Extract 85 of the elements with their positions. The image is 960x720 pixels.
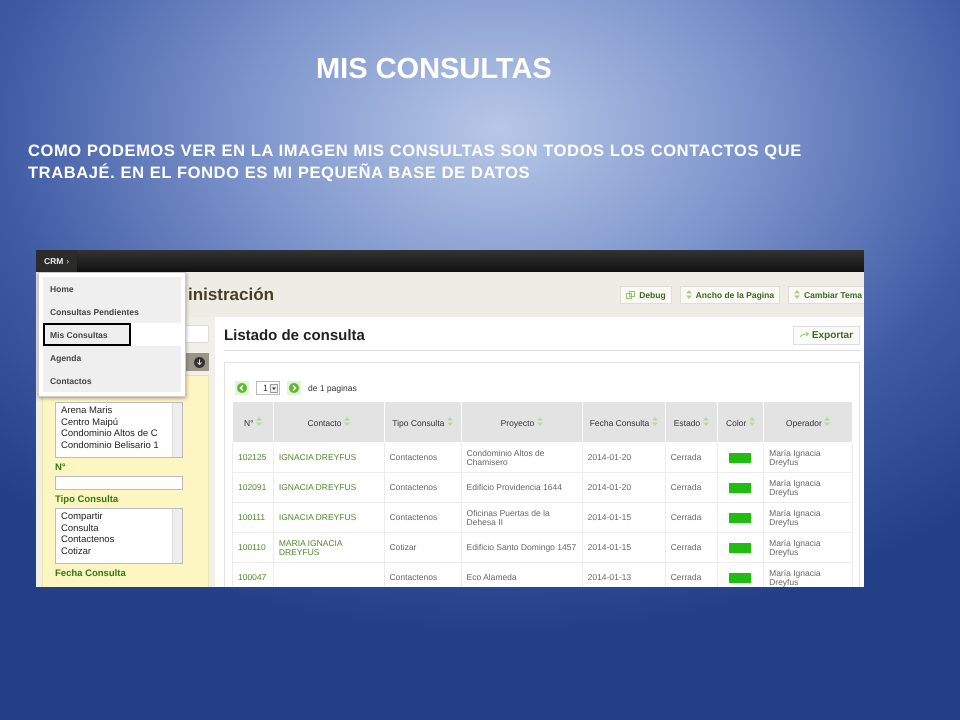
dropdown-icon[interactable] xyxy=(270,384,278,392)
menu-item[interactable]: Consultas Pendientes xyxy=(43,300,181,323)
list-option[interactable]: Condominio Belisario 1 xyxy=(61,440,167,451)
table-cell[interactable]: IGNACIA DREYFUS xyxy=(273,502,384,532)
table-cell: Contactenos xyxy=(384,502,462,532)
column-header[interactable]: Fecha Consulta xyxy=(582,402,666,442)
table-cell: Contactenos xyxy=(384,472,462,502)
table-cell[interactable]: MARIA IGNACIA DREYFUS xyxy=(273,532,384,562)
table-cell[interactable]: IGNACIA DREYFUS xyxy=(273,442,384,472)
type-list[interactable]: Compartir Consulta Contactenos Cotizar xyxy=(55,508,183,564)
list-option[interactable]: Contactenos xyxy=(61,534,167,546)
table-cell: María Ignacia Dreyfus xyxy=(764,532,852,562)
sort-icon xyxy=(748,416,755,426)
table-cell: Oficinas Puertas de la Dehesa II xyxy=(461,502,582,532)
table-cell: María Ignacia Dreyfus xyxy=(764,472,852,502)
table-cell: Edificio Providencia 1644 xyxy=(461,472,582,502)
number-field[interactable] xyxy=(55,476,183,490)
sort-icon xyxy=(794,290,800,299)
column-header[interactable]: Contacto xyxy=(273,402,384,442)
menu-item[interactable]: Mis Consultas xyxy=(43,323,131,346)
scrollbar[interactable] xyxy=(172,403,182,457)
sort-icon xyxy=(446,416,453,426)
list-option[interactable]: Compartir xyxy=(61,511,167,522)
table-cell[interactable]: 100111 xyxy=(232,502,274,532)
link-icon xyxy=(626,290,636,298)
project-list[interactable]: Arena Maris Centro Maipú Condominio Altos de C Condominio Belisario 1 xyxy=(55,402,183,458)
list-option[interactable]: Cotizar xyxy=(61,546,167,557)
sort-icon xyxy=(702,416,709,426)
table-cell[interactable]: IGNACIA DREYFUS xyxy=(273,472,384,502)
table-cell: Cerrada xyxy=(665,472,718,502)
sort-icon xyxy=(824,416,830,426)
next-page-icon[interactable] xyxy=(287,381,302,395)
menu-item[interactable]: Contactos xyxy=(43,369,181,392)
page-select[interactable]: 1 xyxy=(256,381,280,395)
list-option[interactable]: Condominio Altos de C xyxy=(61,428,167,440)
table-cell: 2014-01-20 xyxy=(582,472,666,502)
export-button[interactable]: Exportar xyxy=(792,326,860,344)
field-label: Tipo Consulta xyxy=(55,494,120,505)
arrow-icon xyxy=(800,332,809,338)
field-label: Fecha Consulta xyxy=(55,568,127,579)
column-header[interactable]: N° xyxy=(232,402,274,442)
column-header[interactable]: Proyecto xyxy=(461,402,582,442)
list-option[interactable]: Consulta xyxy=(61,522,167,534)
sort-icon xyxy=(256,416,262,426)
table-cell: Cotizar xyxy=(384,532,462,562)
table-cell: Cerrada xyxy=(665,442,718,472)
crm-menu-button[interactable]: CRM › xyxy=(36,250,78,272)
table-cell: 2014-01-15 xyxy=(582,532,666,562)
table-cell: Edificio Santo Domingo 1457 xyxy=(461,532,582,562)
table-cell: 2014-01-20 xyxy=(582,442,666,472)
table-cell: 2014-01-15 xyxy=(582,502,666,532)
sort-icon xyxy=(652,416,658,426)
previous-page-icon[interactable] xyxy=(235,381,249,395)
column-header[interactable]: Color xyxy=(717,402,764,442)
header-button[interactable]: Ancho de la Pagina xyxy=(680,286,780,304)
table-cell[interactable]: 100047 xyxy=(232,562,274,587)
list-option[interactable]: Arena Maris xyxy=(61,405,167,416)
table-cell: Condominio Altos de Chamisero xyxy=(461,442,582,472)
column-header[interactable]: Tipo Consulta xyxy=(384,402,462,442)
table-cell: María Ignacia Dreyfus xyxy=(764,502,852,532)
slide-text: COMO PODEMOS VER EN LA IMAGEN MIS CONSULTAS SON TODOS LOS CONTACTOS QUE TRABAJÉ. EN EL FONDO ES MI PEQUEÑA BASE DE DATOS xyxy=(28,141,803,184)
column-header[interactable]: Operador xyxy=(764,402,852,442)
page-title: inistración xyxy=(188,284,274,304)
table-cell: María Ignacia Dreyfus xyxy=(764,442,852,472)
page-count: de 1 paginas xyxy=(308,383,357,393)
listing-title: Listado de consulta xyxy=(224,326,365,344)
table-cell[interactable]: 102125 xyxy=(232,442,274,472)
slide-title: MIS CONSULTAS xyxy=(316,52,553,86)
field-label: N° xyxy=(55,462,67,473)
sort-icon xyxy=(536,416,543,426)
scrollbar[interactable] xyxy=(172,509,182,563)
header-button[interactable]: Cambiar Tema xyxy=(788,286,864,304)
table-cell[interactable]: 102091 xyxy=(232,472,274,502)
menu-item[interactable]: Home xyxy=(43,277,181,300)
table-cell[interactable]: 100110 xyxy=(232,532,274,562)
header-button[interactable]: Debug xyxy=(620,286,672,304)
sort-icon xyxy=(344,416,350,426)
sort-icon xyxy=(686,290,692,299)
column-header[interactable]: Estado xyxy=(665,402,718,442)
table-cell: Contactenos xyxy=(384,442,462,472)
list-option[interactable]: Centro Maipú xyxy=(61,416,167,428)
download-icon[interactable] xyxy=(194,356,205,368)
menu-item[interactable]: Agenda xyxy=(43,346,181,369)
table-cell: Cerrada xyxy=(665,532,718,562)
table-cell: Cerrada xyxy=(665,502,718,532)
